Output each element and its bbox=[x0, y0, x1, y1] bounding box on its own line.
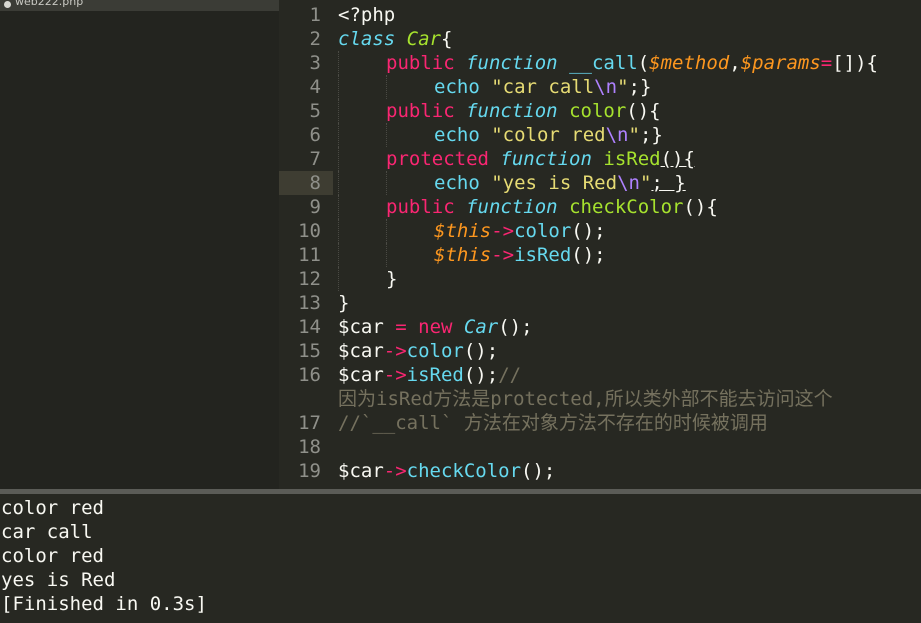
code-text: $this->isRed(); bbox=[434, 244, 606, 266]
line-number: 5 bbox=[309, 100, 321, 122]
code-text: } bbox=[386, 268, 398, 290]
code-text: protected function isRed(){ bbox=[386, 148, 695, 170]
line-number: 19 bbox=[298, 460, 321, 482]
code-line-16-wrap: 因为isRed方法是protected,所以类外部不能去访问这个 bbox=[279, 387, 921, 411]
code-text: public function __call($method,$params=[… bbox=[386, 52, 878, 74]
code-text: public function checkColor(){ bbox=[386, 196, 718, 218]
line-number: 2 bbox=[309, 28, 321, 50]
line-number: 11 bbox=[298, 244, 321, 266]
code-line-6: 6 echo "color red\n";} bbox=[279, 123, 921, 147]
code-line-7: 7 protected function isRed(){ bbox=[279, 147, 921, 171]
code-text: $car->checkColor(); bbox=[338, 460, 556, 482]
code-text: } bbox=[338, 292, 350, 314]
output-line: color red bbox=[1, 497, 104, 519]
code-line-13: 13 } bbox=[279, 291, 921, 315]
line-number: 10 bbox=[298, 220, 321, 242]
file-tab-label: web222.php bbox=[15, 0, 84, 8]
line-number: 16 bbox=[298, 364, 321, 386]
output-line: color red bbox=[1, 545, 104, 567]
line-number: 18 bbox=[298, 436, 321, 458]
output-line: yes is Red bbox=[1, 569, 116, 591]
code-text: public function color(){ bbox=[386, 100, 661, 122]
code-text: 因为isRed方法是protected,所以类外部不能去访问这个 bbox=[338, 388, 833, 410]
code-line-1: 1 <?php bbox=[279, 3, 921, 27]
line-number: 8 bbox=[279, 171, 333, 195]
code-text: echo "car call\n";} bbox=[434, 76, 652, 98]
output-line: car call bbox=[1, 521, 93, 543]
output-status: [Finished in 0.3s] bbox=[1, 593, 207, 615]
line-number: 12 bbox=[298, 268, 321, 290]
line-number: 17 bbox=[298, 412, 321, 434]
code-line-2: 2 class Car{ bbox=[279, 27, 921, 51]
code-text: <?php bbox=[338, 4, 396, 26]
unsaved-dot-icon bbox=[4, 1, 11, 8]
code-text: $car = new Car(); bbox=[338, 316, 533, 338]
line-number: 4 bbox=[309, 76, 321, 98]
code-line-17: 17 //`__call` 方法在对象方法不存在的时候被调用 bbox=[279, 411, 921, 435]
line-number: 13 bbox=[298, 292, 321, 314]
code-line-19: 19 $car->checkColor(); bbox=[279, 459, 921, 483]
code-line-9: 9 public function checkColor(){ bbox=[279, 195, 921, 219]
code-editor[interactable]: 1 <?php 2 class Car{ 3 public function _… bbox=[279, 0, 921, 489]
code-line-16: 16 $car->isRed();// bbox=[279, 363, 921, 387]
code-line-12: 12 } bbox=[279, 267, 921, 291]
line-number: 6 bbox=[309, 124, 321, 146]
code-text: $car->isRed();// bbox=[338, 364, 522, 386]
code-text: class Car{ bbox=[338, 28, 453, 50]
code-line-10: 10 $this->color(); bbox=[279, 219, 921, 243]
code-text: //`__call` 方法在对象方法不存在的时候被调用 bbox=[338, 412, 768, 434]
file-tab[interactable]: web222.php bbox=[0, 0, 279, 11]
line-number: 9 bbox=[309, 196, 321, 218]
build-output-panel[interactable]: color red car call color red yes is Red … bbox=[0, 494, 921, 623]
code-text: echo "color red\n";} bbox=[434, 124, 663, 146]
code-text: $this->color(); bbox=[434, 220, 606, 242]
line-number: 14 bbox=[298, 316, 321, 338]
line-number: 1 bbox=[309, 4, 321, 26]
line-number: 15 bbox=[298, 340, 321, 362]
sidebar-panel bbox=[0, 0, 279, 489]
line-number: 3 bbox=[309, 52, 321, 74]
code-line-4: 4 echo "car call\n";} bbox=[279, 75, 921, 99]
code-text: echo "yes is Red\n"; } bbox=[434, 172, 686, 194]
code-text: $car->color(); bbox=[338, 340, 499, 362]
code-line-8: 8 echo "yes is Red\n"; } bbox=[279, 171, 921, 195]
code-line-15: 15 $car->color(); bbox=[279, 339, 921, 363]
code-line-11: 11 $this->isRed(); bbox=[279, 243, 921, 267]
code-line-5: 5 public function color(){ bbox=[279, 99, 921, 123]
code-line-14: 14 $car = new Car(); bbox=[279, 315, 921, 339]
line-number: 7 bbox=[309, 148, 321, 170]
code-line-18: 18 bbox=[279, 435, 921, 459]
code-line-3: 3 public function __call($method,$params… bbox=[279, 51, 921, 75]
